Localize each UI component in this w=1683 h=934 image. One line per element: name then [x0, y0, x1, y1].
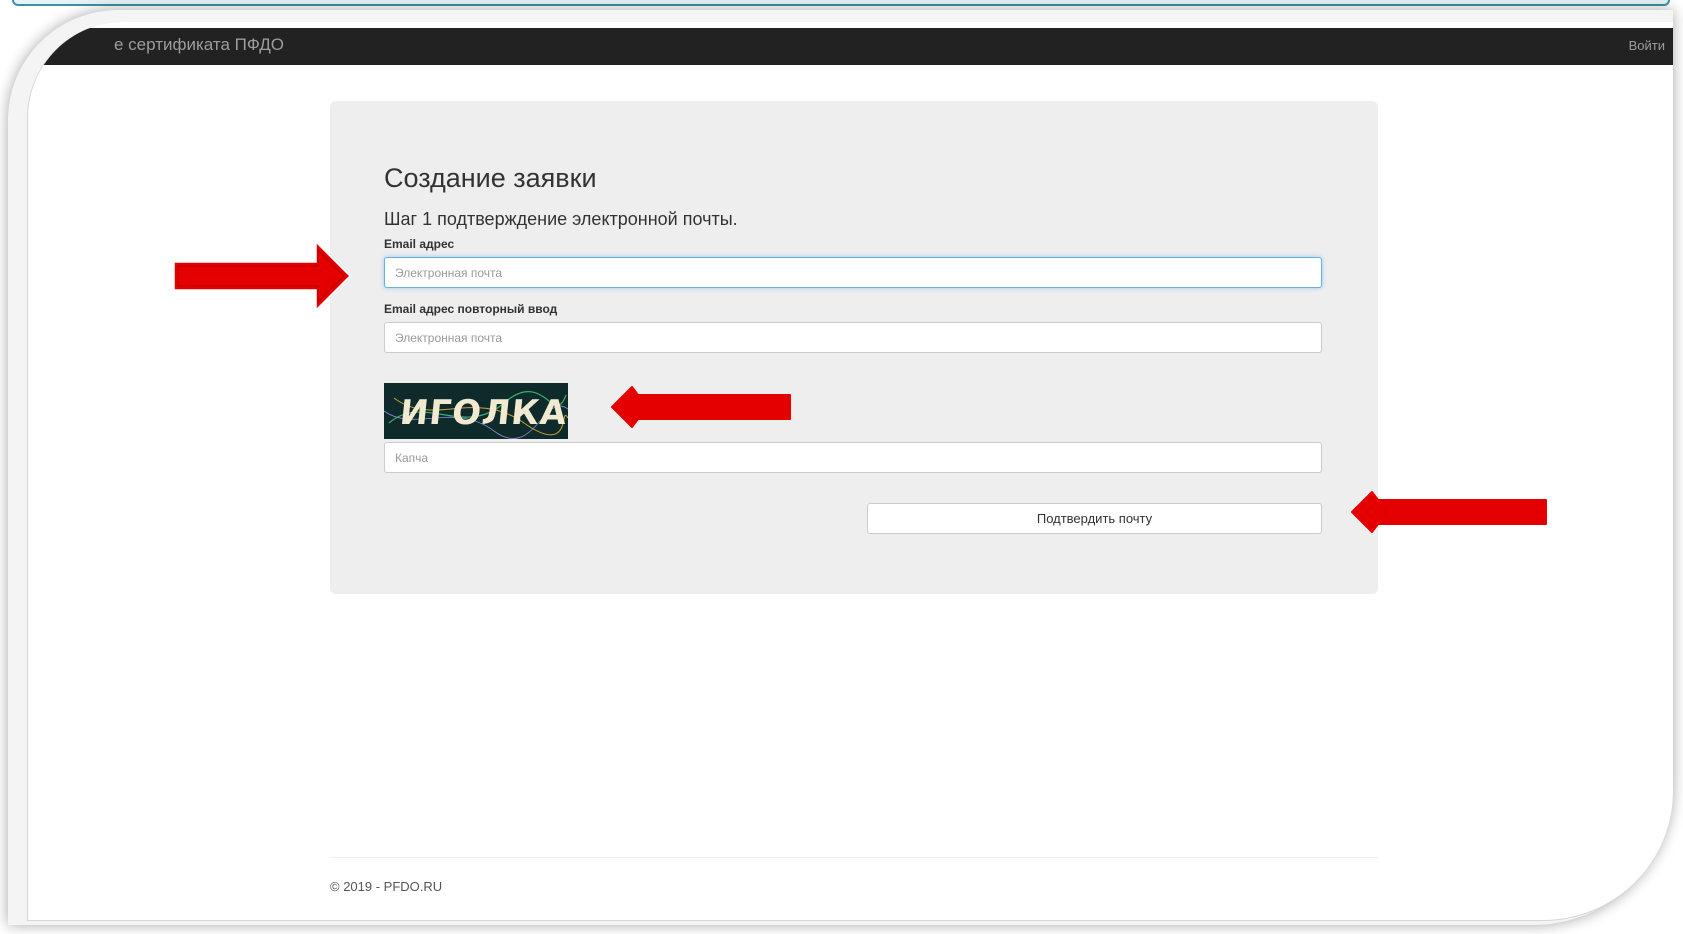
captcha-input[interactable] [384, 442, 1322, 473]
application-form-panel: Создание заявки Шаг 1 подтверждение элек… [330, 101, 1378, 594]
navbar: е сертификата ПФДО Войти [28, 28, 1673, 65]
slide-top-frame [12, 0, 1670, 6]
navbar-brand[interactable]: е сертификата ПФДО [114, 35, 284, 55]
email-repeat-label: Email адрес повторный ввод [384, 302, 558, 316]
footer-copyright: © 2019 - PFDO.RU [330, 879, 443, 894]
arrow-left-icon [611, 386, 791, 428]
email-input[interactable] [384, 257, 1322, 288]
email-repeat-input[interactable] [384, 322, 1322, 353]
footer-divider [330, 857, 1378, 858]
email-label: Email адрес [384, 237, 455, 251]
login-link[interactable]: Войти [1629, 38, 1665, 53]
arrow-left-icon [1351, 491, 1547, 533]
browser-page: е сертификата ПФДО Войти Создание заявки… [27, 22, 1673, 921]
page-title: Создание заявки [384, 163, 597, 193]
captcha-text: ИГОЛКА [397, 393, 568, 433]
confirm-email-button[interactable]: Подтвердить почту [867, 503, 1322, 534]
arrow-right-icon [173, 240, 352, 312]
captcha-image: ИГОЛКА [384, 383, 568, 439]
step-subtitle: Шаг 1 подтверждение электронной почты. [384, 209, 738, 229]
